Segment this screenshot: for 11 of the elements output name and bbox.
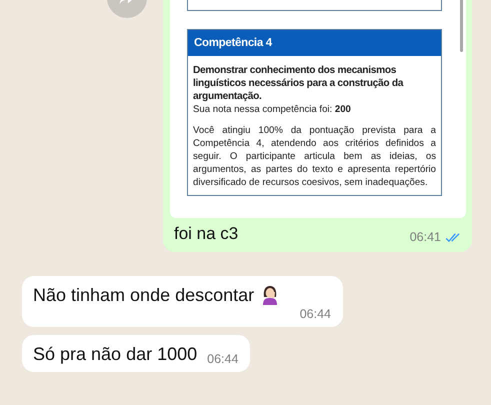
message-time: 06:44 (298, 307, 331, 321)
message-time: 06:41 (410, 230, 441, 244)
card-header: Competência 4 (188, 30, 441, 56)
message-text: foi na c3 (174, 224, 238, 244)
message-time: 06:44 (207, 352, 238, 366)
card-title: Demonstrar conhecimento dos mecanismos linguísticos necessários para a construção da argumentação. (193, 64, 404, 103)
score-text: Sua nota nessa competência foi: 200 (193, 103, 352, 116)
message-text: Não tinham onde descontar (33, 284, 254, 307)
scrollbar (460, 0, 463, 52)
message-text: Só pra não dar 1000 (33, 343, 198, 366)
card-description: Você atingiu 100% da pontuação prevista para a Competência 4, atendendo aos critérios definidos a seguir. O participante articula bem as ideias, os argumentos, as partes do texto e apresenta repertório diversificado de recursos coesivos, sem inadequações. (193, 124, 436, 189)
